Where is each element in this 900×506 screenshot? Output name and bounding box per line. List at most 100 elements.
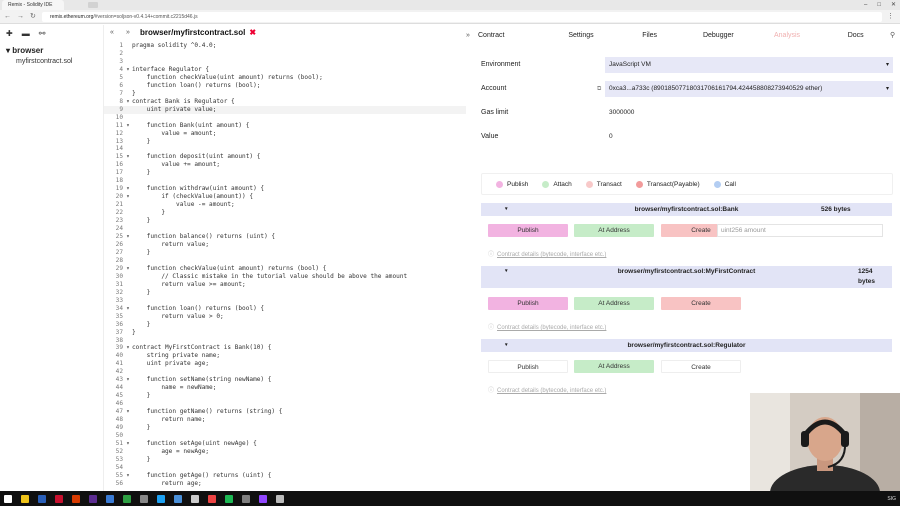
code-line[interactable]: 31 return value >= amount; (104, 281, 466, 289)
code-line[interactable]: 23 } (104, 217, 466, 225)
code-line[interactable]: 18 (104, 177, 466, 185)
code-line[interactable]: 36 } (104, 321, 466, 329)
fold-arrow-icon[interactable]: ▾ (124, 193, 132, 201)
taskbar-app-icon[interactable] (225, 494, 233, 503)
code-line[interactable]: 39 ▾ contract MyFirstContract is Bank(10) … (104, 344, 466, 352)
tab-settings[interactable]: Settings (547, 29, 616, 43)
taskbar-app-icon[interactable] (106, 494, 114, 503)
taskbar-app-icon[interactable] (89, 494, 97, 503)
gas-limit-input[interactable]: 3000000 (605, 105, 893, 121)
code-line[interactable]: 21 value -= amount; (104, 201, 466, 209)
new-tab-button[interactable] (88, 2, 98, 8)
collapse-left-icon[interactable]: « (110, 29, 114, 36)
browser-tab[interactable]: Remix - Solidity IDE (2, 0, 64, 10)
collapse-caret-icon[interactable]: ▾ (505, 339, 508, 352)
fold-arrow-icon[interactable]: ▾ (124, 344, 132, 352)
tab-docs[interactable]: Docs (821, 29, 890, 43)
contract-details-link[interactable]: ⓘ Contract details (bytecode, interface e… (488, 249, 606, 258)
code-line[interactable]: 32 } (104, 289, 466, 297)
fold-arrow-icon[interactable]: ▾ (124, 376, 132, 384)
code-line[interactable]: 8 ▾ contract Bank is Regulator { (104, 98, 466, 106)
pin-icon[interactable]: ⚲ (890, 29, 900, 43)
code-line[interactable]: 54 (104, 464, 466, 472)
code-line[interactable]: 17 } (104, 169, 466, 177)
taskbar-app-icon[interactable] (123, 494, 131, 503)
code-line[interactable]: 56 return age; (104, 480, 466, 488)
contract-header-bank[interactable]: browser/myfirstcontract.sol:Bank ▾ 526 b… (481, 203, 892, 216)
code-line[interactable]: 26 return value; (104, 241, 466, 249)
close-window-icon[interactable]: ✕ (891, 0, 896, 10)
code-line[interactable]: 44 name = newName; (104, 384, 466, 392)
constructor-amount-input[interactable]: uint256 amount (717, 224, 883, 237)
expand-right-icon[interactable]: » (126, 29, 130, 36)
tab-analysis[interactable]: Analysis (753, 29, 822, 43)
tree-file-item[interactable]: myfirstcontract.sol (0, 55, 103, 65)
code-line[interactable]: 29 ▾ function checkValue(uint amount) ret… (104, 265, 466, 273)
create-button[interactable]: Create (661, 360, 741, 373)
code-line[interactable]: 41 uint private age; (104, 360, 466, 368)
at-address-button[interactable]: At Address (574, 297, 654, 310)
code-line[interactable]: 12 value = amount; (104, 130, 466, 138)
code-line[interactable]: 22 } (104, 209, 466, 217)
code-line[interactable]: 15 ▾ function deposit(uint amount) { (104, 153, 466, 161)
value-input[interactable]: 0 (605, 129, 893, 145)
collapse-caret-icon[interactable]: ▾ (505, 203, 508, 216)
code-line[interactable]: 48 return name; (104, 416, 466, 424)
maximize-icon[interactable]: □ (877, 0, 881, 10)
back-icon[interactable]: ← (4, 10, 11, 24)
taskbar-app-icon[interactable] (242, 494, 250, 503)
fold-arrow-icon[interactable]: ▾ (124, 98, 132, 106)
tab-contract[interactable]: Contract (476, 29, 547, 43)
tab-debugger[interactable]: Debugger (684, 29, 753, 43)
taskbar-app-icon[interactable] (174, 494, 182, 503)
fold-arrow-icon[interactable]: ▾ (124, 153, 132, 161)
code-line[interactable]: 55 ▾ function getAge() returns (uint) { (104, 472, 466, 480)
contract-details-link[interactable]: ⓘ Contract details (bytecode, interface e… (488, 322, 606, 331)
taskbar-app-icon[interactable] (259, 494, 267, 503)
code-line[interactable]: 7} (104, 90, 466, 98)
code-line[interactable]: 13 } (104, 138, 466, 146)
code-line[interactable]: 43 ▾ function setName(string newName) { (104, 376, 466, 384)
fold-arrow-icon[interactable]: ▾ (124, 122, 132, 130)
taskbar-app-icon[interactable] (72, 494, 80, 503)
code-line[interactable]: 11 ▾ function Bank(uint amount) { (104, 122, 466, 130)
close-tab-icon[interactable]: ✖ (249, 28, 256, 37)
publish-button[interactable]: Publish (488, 297, 568, 310)
at-address-button[interactable]: At Address (574, 224, 654, 237)
contract-header-myfirstcontract[interactable]: browser/myfirstcontract.sol:MyFirstContr… (481, 266, 892, 288)
code-line[interactable]: 3 (104, 58, 466, 66)
taskbar-app-icon[interactable] (21, 494, 29, 503)
code-line[interactable]: 6 function loan() returns (bool); (104, 82, 466, 90)
minimize-icon[interactable]: – (864, 0, 867, 10)
code-line[interactable]: 16 value += amount; (104, 161, 466, 169)
tree-folder-browser[interactable]: ▾ browser (0, 42, 103, 55)
fold-arrow-icon[interactable]: ▾ (124, 305, 132, 313)
code-line[interactable]: 27 } (104, 249, 466, 257)
contract-header-regulator[interactable]: browser/myfirstcontract.sol:Regulator ▾ (481, 339, 892, 352)
code-line[interactable]: 14 (104, 145, 466, 153)
publish-button[interactable]: Publish (488, 360, 568, 373)
forward-icon[interactable]: → (17, 10, 24, 24)
account-select[interactable]: 0xca3...a733c (89018507718031706161794.4… (605, 81, 893, 97)
code-line[interactable]: 2 (104, 50, 466, 58)
taskbar-app-icon[interactable] (157, 494, 165, 503)
taskbar-app-icon[interactable] (191, 494, 199, 503)
environment-select[interactable]: JavaScript VM ▾ (605, 57, 893, 73)
fold-arrow-icon[interactable]: ▾ (124, 66, 132, 74)
code-line[interactable]: 20 ▾ if (checkValue(amount)) { (104, 193, 466, 201)
at-address-button[interactable]: At Address (574, 360, 654, 373)
taskbar-app-icon[interactable] (276, 494, 284, 503)
code-line[interactable]: 37} (104, 329, 466, 337)
new-file-icon[interactable]: ✚ (6, 29, 13, 38)
code-line[interactable]: 24 (104, 225, 466, 233)
code-line[interactable]: 9 uint private value; (104, 105, 466, 114)
code-line[interactable]: 19 ▾ function withdraw(uint amount) { (104, 185, 466, 193)
contract-details-link[interactable]: ⓘ Contract details (bytecode, interface e… (488, 385, 606, 394)
fold-arrow-icon[interactable]: ▾ (124, 472, 132, 480)
editor-tab[interactable]: browser/myfirstcontract.sol ✖ (140, 28, 256, 37)
code-line[interactable]: 40 string private name; (104, 352, 466, 360)
collapse-caret-icon[interactable]: ▾ (505, 268, 508, 274)
fold-arrow-icon[interactable]: ▾ (124, 233, 132, 241)
code-line[interactable]: 51 ▾ function setAge(uint newAge) { (104, 440, 466, 448)
code-line[interactable]: 46 (104, 400, 466, 408)
